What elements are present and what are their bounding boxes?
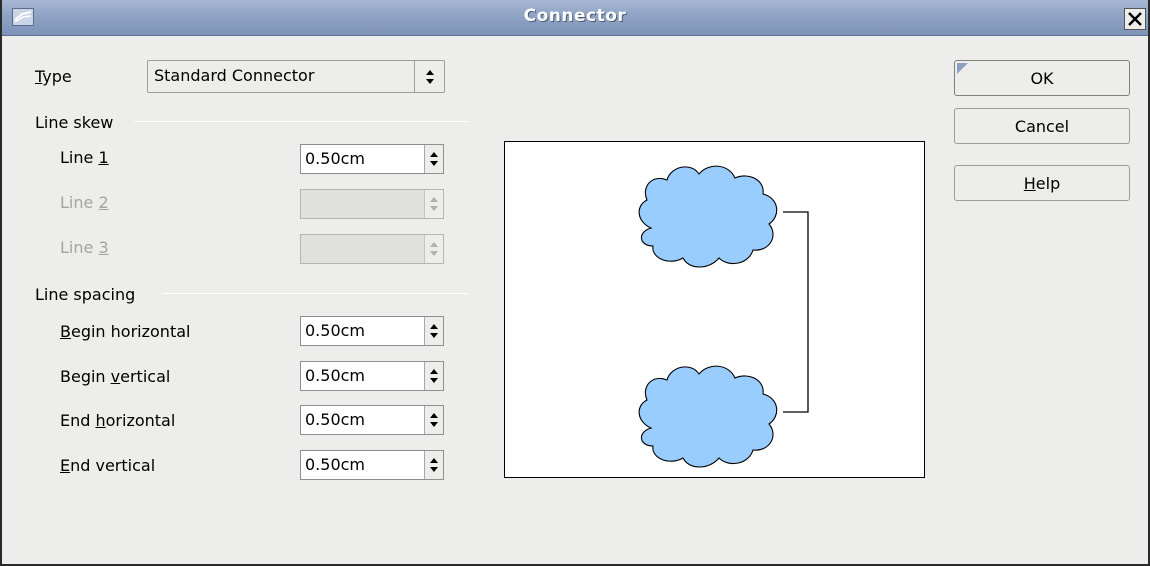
ok-button[interactable]: OK [954, 60, 1130, 96]
begin-vertical-value: 0.50cm [305, 366, 366, 385]
connector-line [783, 211, 809, 413]
spin-arrows-icon[interactable] [424, 406, 443, 434]
line-2-label: Line 2 [60, 193, 109, 212]
help-button[interactable]: Help [954, 165, 1130, 201]
spin-arrows-icon [424, 235, 443, 263]
end-vertical-spinbox[interactable]: 0.50cm [300, 450, 444, 480]
preview-canvas [638, 165, 809, 468]
line-1-label: Line 1 [60, 148, 109, 167]
end-horizontal-spinbox[interactable]: 0.50cm [300, 405, 444, 435]
line-1-value: 0.50cm [305, 149, 366, 168]
line-skew-separator [134, 121, 468, 122]
line-spacing-separator [162, 293, 468, 294]
end-horizontal-label: End horizontal [60, 411, 176, 430]
type-select[interactable]: Standard Connector [147, 60, 445, 93]
end-vertical-value: 0.50cm [305, 455, 366, 474]
spin-arrows-icon [424, 190, 443, 218]
help-button-label: Help [1023, 173, 1061, 193]
end-vertical-label: End vertical [60, 456, 156, 475]
line-3-spinbox [300, 234, 444, 264]
spin-arrows-icon[interactable] [424, 145, 443, 173]
begin-horizontal-spinbox[interactable]: 0.50cm [300, 316, 444, 346]
line-3-label: Line 3 [60, 238, 109, 257]
line-2-spinbox [300, 189, 444, 219]
spin-arrows-icon[interactable] [424, 317, 443, 345]
default-corner-icon [957, 63, 968, 74]
spin-arrows-icon[interactable] [424, 362, 443, 390]
line-spacing-heading: Line spacing [35, 285, 136, 304]
top-cloud-shape [638, 165, 778, 268]
connector-preview [504, 141, 925, 478]
close-icon [1128, 12, 1142, 26]
begin-vertical-spinbox[interactable]: 0.50cm [300, 361, 444, 391]
title-bar[interactable]: Connector [2, 0, 1148, 36]
begin-horizontal-value: 0.50cm [305, 321, 366, 340]
select-arrows-icon [414, 61, 444, 92]
close-button[interactable] [1124, 8, 1146, 30]
ok-button-label: OK [1030, 68, 1054, 88]
type-select-value: Standard Connector [154, 66, 315, 85]
begin-horizontal-label: Begin horizontal [60, 322, 191, 341]
bottom-cloud-shape [638, 365, 778, 468]
spin-arrows-icon[interactable] [424, 451, 443, 479]
cancel-button-label: Cancel [1014, 116, 1070, 136]
line-skew-heading: Line skew [35, 113, 114, 132]
cancel-button[interactable]: Cancel [954, 108, 1130, 144]
connector-dialog: Connector Type Standard Connector Line s… [0, 0, 1150, 566]
line-1-spinbox[interactable]: 0.50cm [300, 144, 444, 174]
begin-vertical-label: Begin vertical [60, 367, 171, 386]
type-label: Type [35, 67, 72, 86]
window-title: Connector [523, 6, 627, 26]
end-horizontal-value: 0.50cm [305, 410, 366, 429]
